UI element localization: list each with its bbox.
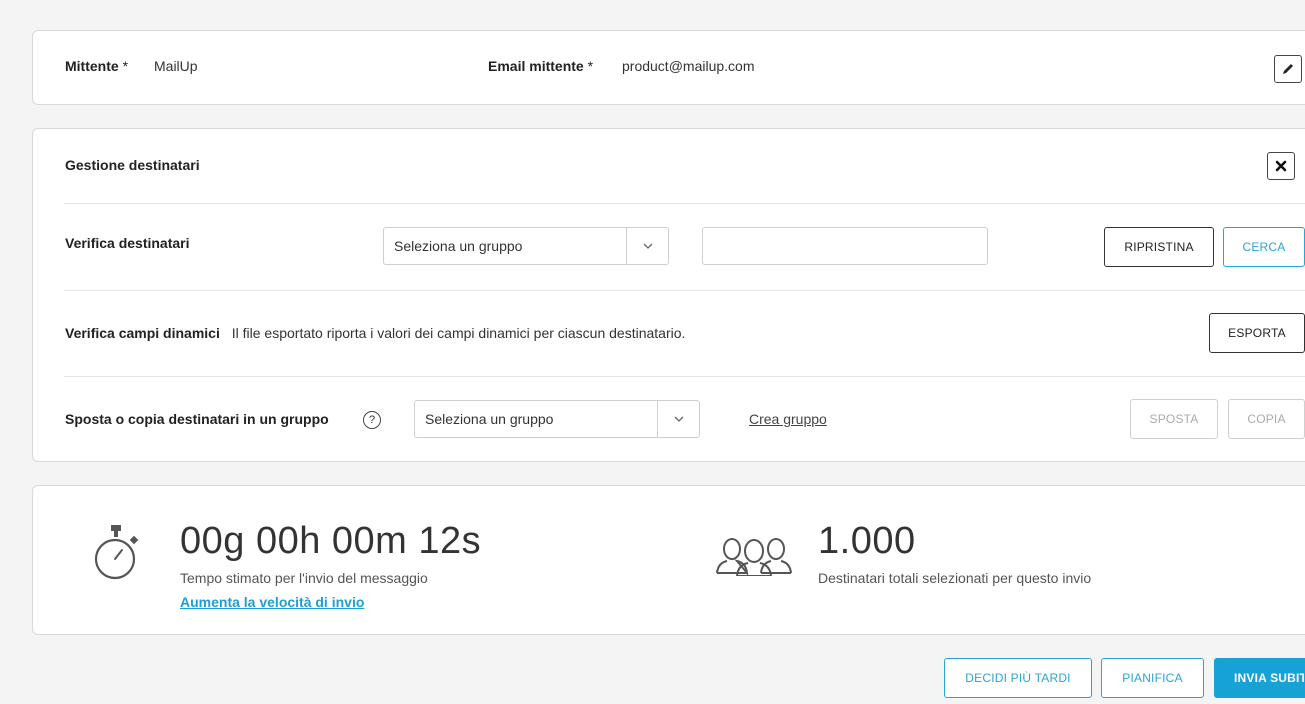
sender-label: Mittente * <box>65 58 129 74</box>
verify-group-select[interactable]: Seleziona un gruppo <box>383 227 669 265</box>
recipients-card: Gestione destinatari Verifica destinatar… <box>32 128 1305 462</box>
schedule-button[interactable]: PIANIFICA <box>1101 658 1204 698</box>
decide-later-button[interactable]: DECIDI PIÙ TARDI <box>944 658 1092 698</box>
estimated-time-value: 00g 00h 00m 12s <box>180 520 482 562</box>
verify-search-input[interactable] <box>702 227 988 265</box>
email-label: Email mittente * <box>488 58 594 74</box>
help-icon[interactable]: ? <box>363 411 381 429</box>
pencil-icon <box>1283 64 1293 74</box>
group-icon <box>716 538 792 576</box>
email-value: product@mailup.com <box>622 58 755 74</box>
close-icon <box>1275 160 1287 172</box>
stats-card: 00g 00h 00m 12s Tempo stimato per l'invi… <box>32 485 1305 635</box>
increase-speed-link[interactable]: Aumenta la velocità di invio <box>180 594 364 610</box>
export-button[interactable]: ESPORTA <box>1209 313 1305 353</box>
move-copy-label: Sposta o copia destinatari in un gruppo <box>65 411 329 427</box>
chevron-down-icon <box>626 228 668 264</box>
stopwatch-icon <box>94 525 139 580</box>
total-recipients-caption: Destinatari totali selezionati per quest… <box>818 570 1092 586</box>
sender-value: MailUp <box>154 58 198 74</box>
estimated-time-caption: Tempo stimato per l'invio del messaggio <box>180 570 428 586</box>
dynamic-fields-row: Verifica campi dinamici Il file esportat… <box>65 325 685 341</box>
move-group-select[interactable]: Seleziona un gruppo <box>414 400 700 438</box>
copy-button[interactable]: COPIA <box>1228 399 1305 439</box>
search-button[interactable]: CERCA <box>1223 227 1305 267</box>
move-button[interactable]: SPOSTA <box>1130 399 1218 439</box>
dynamic-fields-label: Verifica campi dinamici <box>65 325 220 341</box>
close-recipients-button[interactable] <box>1267 152 1295 180</box>
verify-recipients-label: Verifica destinatari <box>65 235 190 251</box>
divider <box>64 203 1305 204</box>
chevron-down-icon <box>657 401 699 437</box>
recipients-title: Gestione destinatari <box>65 157 200 173</box>
sender-card: Mittente * MailUp Email mittente * produ… <box>32 30 1305 105</box>
create-group-link[interactable]: Crea gruppo <box>749 411 827 427</box>
divider <box>64 290 1305 291</box>
move-group-select-value: Seleziona un gruppo <box>425 411 554 427</box>
edit-sender-button[interactable] <box>1274 55 1302 83</box>
dynamic-fields-description: Il file esportato riporta i valori dei c… <box>231 325 686 341</box>
total-recipients-value: 1.000 <box>818 520 916 562</box>
send-now-button[interactable]: INVIA SUBITO <box>1214 658 1305 698</box>
reset-button[interactable]: RIPRISTINA <box>1104 227 1214 267</box>
divider <box>64 376 1305 377</box>
verify-group-select-value: Seleziona un gruppo <box>394 238 523 254</box>
